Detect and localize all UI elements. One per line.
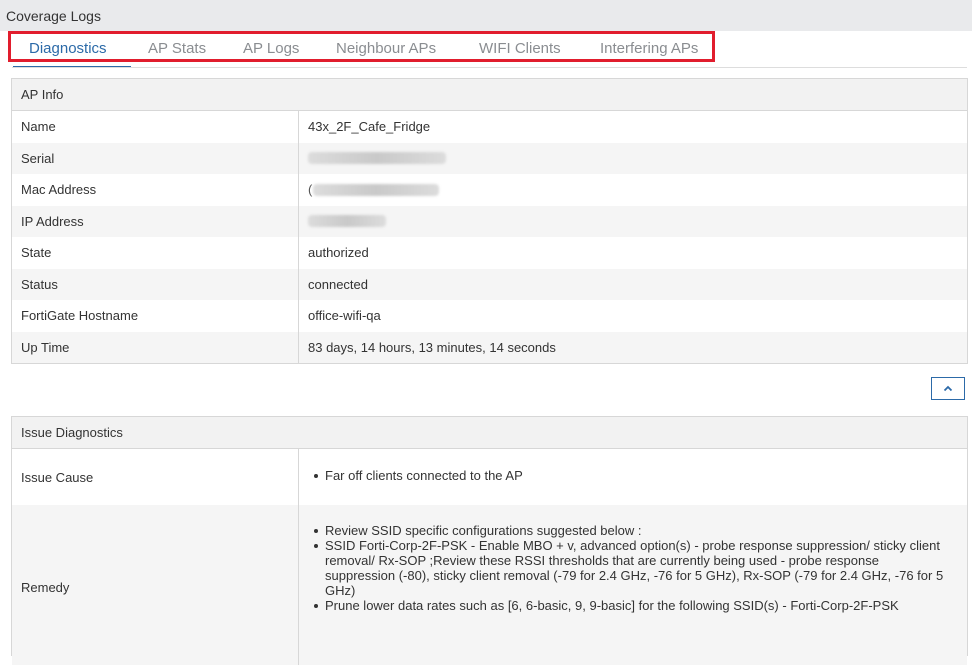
collapse-button[interactable] [931, 377, 965, 400]
ap-info-panel: AP Info Name 43x_2F_Cafe_Fridge Serial M… [11, 78, 968, 364]
mac-prefix: ( [308, 182, 313, 198]
tab-neighbour-aps[interactable]: Neighbour APs [336, 40, 436, 57]
issue-diagnostics-panel: Issue Diagnostics Issue Cause Far off cl… [11, 416, 968, 665]
tab-interfering-aps[interactable]: Interfering APs [600, 40, 698, 57]
ap-info-row-mac: Mac Address ( [12, 174, 967, 206]
row-value [299, 206, 386, 238]
ap-info-row-hostname: FortiGate Hostname office-wifi-qa [12, 300, 967, 332]
row-label: Up Time [12, 331, 299, 363]
issue-cause-label: Issue Cause [12, 449, 299, 505]
remedy-list: Review SSID specific configurations sugg… [308, 523, 948, 613]
window-title: Coverage Logs [6, 8, 101, 24]
tab-divider [12, 67, 967, 68]
row-label: Serial [12, 142, 299, 174]
row-label: Name [12, 111, 299, 143]
row-label: Status [12, 268, 299, 300]
ap-info-row-uptime: Up Time 83 days, 14 hours, 13 minutes, 1… [12, 331, 967, 363]
ap-info-row-status: Status connected [12, 268, 967, 300]
tab-ap-stats[interactable]: AP Stats [148, 40, 206, 57]
row-value: 43x_2F_Cafe_Fridge [308, 119, 431, 135]
issue-diagnostics-header: Issue Diagnostics [12, 417, 967, 449]
row-label: Mac Address [12, 174, 299, 206]
row-value: connected [308, 276, 368, 292]
row-label: IP Address [12, 205, 299, 237]
chevron-up-icon [943, 385, 953, 392]
row-value: 83 days, 14 hours, 13 minutes, 14 second… [308, 339, 556, 355]
tab-diagnostics[interactable]: Diagnostics [29, 40, 107, 57]
issue-cause-list: Far off clients connected to the AP [308, 468, 523, 483]
ap-info-row-serial: Serial [12, 142, 967, 175]
tab-wifi-clients[interactable]: WIFI Clients [479, 40, 561, 57]
redacted-mac [313, 183, 440, 196]
tab-ap-logs[interactable]: AP Logs [243, 40, 299, 57]
issue-cause-value: Far off clients connected to the AP [299, 449, 523, 505]
list-item: Review SSID specific configurations sugg… [314, 523, 948, 538]
list-item: Far off clients connected to the AP [314, 468, 523, 483]
remedy-label: Remedy [12, 505, 299, 665]
row-value [299, 143, 446, 175]
title-bar: Coverage Logs [0, 0, 972, 31]
ap-info-row-state: State authorized [12, 237, 967, 269]
row-value: office-wifi-qa [308, 308, 381, 324]
row-label: State [12, 237, 299, 269]
ap-info-row-name: Name 43x_2F_Cafe_Fridge [12, 111, 967, 143]
row-value: ( [299, 174, 440, 206]
list-item: Prune lower data rates such as [6, 6-bas… [314, 598, 948, 613]
list-item: SSID Forti-Corp-2F-PSK - Enable MBO + v,… [314, 538, 948, 598]
issue-cause-row: Issue Cause Far off clients connected to… [12, 449, 967, 505]
redacted-serial [308, 152, 446, 165]
row-label: FortiGate Hostname [12, 300, 299, 332]
remedy-row: Remedy Review SSID specific configuratio… [12, 505, 967, 665]
tab-bar: Diagnostics AP Stats AP Logs Neighbour A… [0, 31, 972, 68]
ap-info-header: AP Info [12, 79, 967, 111]
row-value: authorized [308, 245, 369, 261]
ap-info-row-ip: IP Address [12, 205, 967, 238]
redacted-ip [308, 215, 386, 228]
remedy-value: Review SSID specific configurations sugg… [299, 505, 948, 665]
